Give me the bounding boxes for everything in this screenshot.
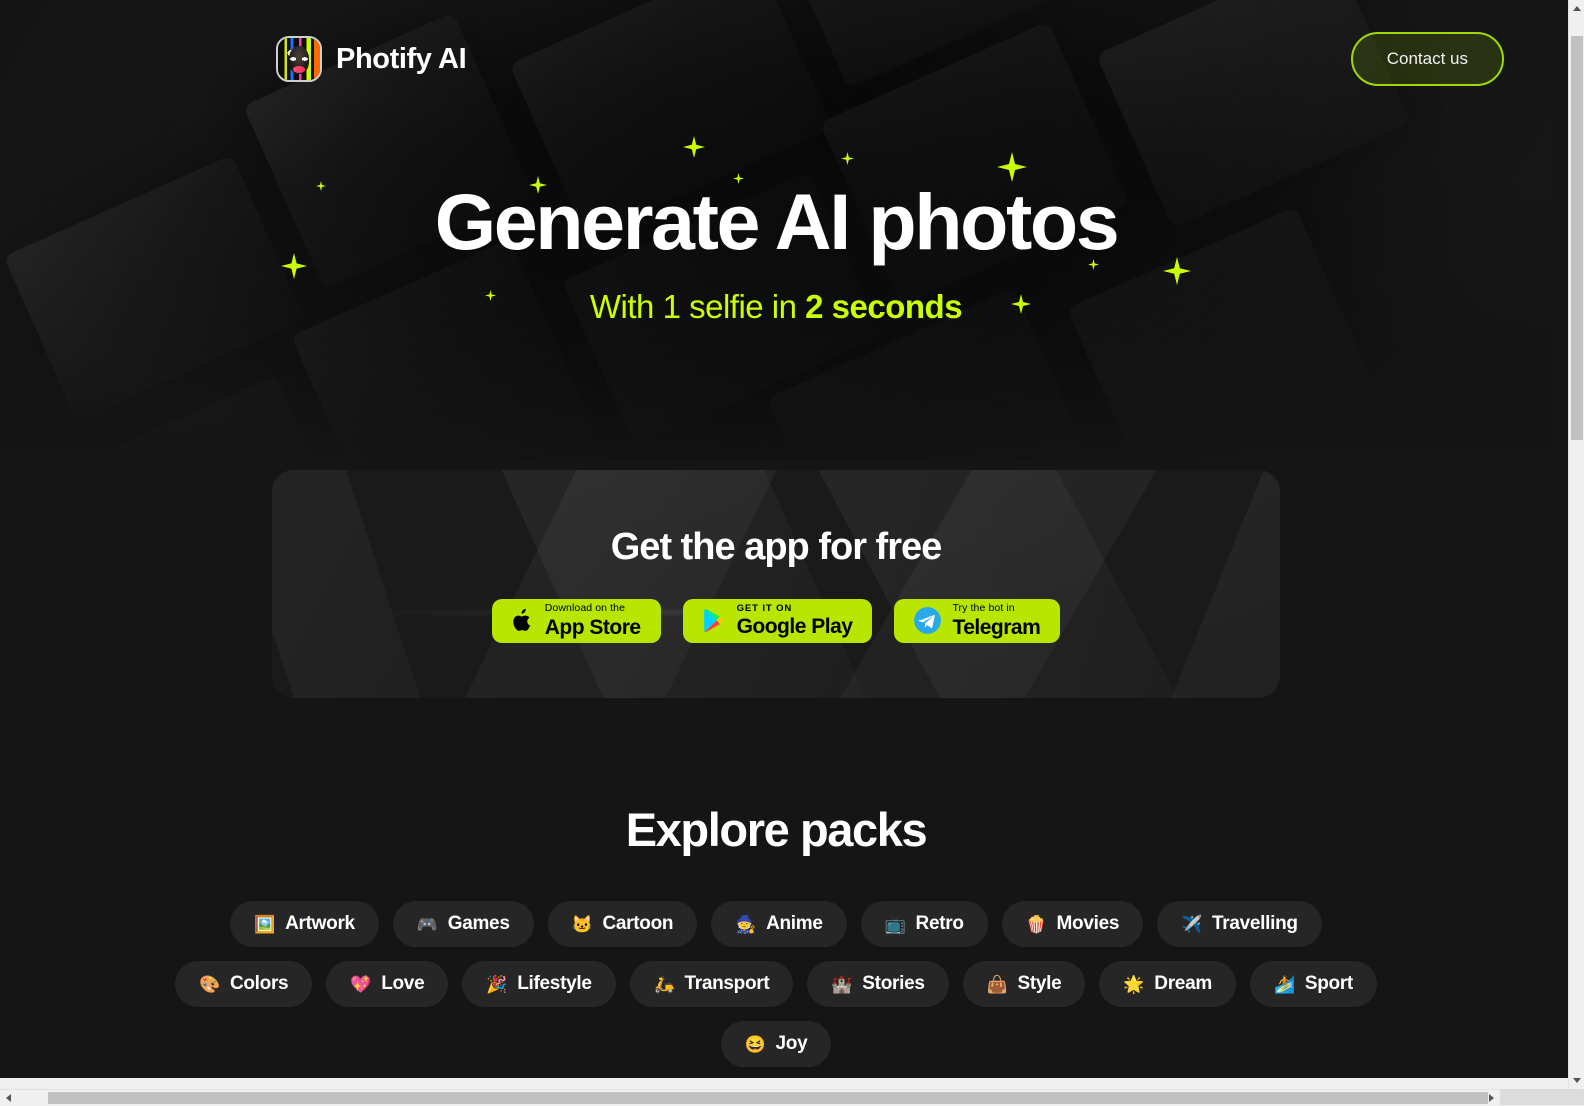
pack-chip-colors[interactable]: 🎨 Colors [175, 961, 312, 1007]
pack-chip-sport[interactable]: 🏄 Sport [1250, 961, 1377, 1007]
pack-chip-label: Colors [230, 973, 288, 995]
page-content: Photify AI Contact us Generate AI photos… [0, 0, 1552, 1078]
pack-chip-rows: 🖼️ Artwork 🎮 Games 🐱 Cartoon 🧙 Anime 📺 Retro 🍿 Movi… [0, 901, 1552, 1067]
pack-chip-transport[interactable]: 🛵 Transport [630, 961, 794, 1007]
browser-viewport: Photify AI Contact us Generate AI photos… [0, 0, 1568, 1078]
app-store-small-label: Download on the [545, 603, 625, 614]
hero-subtitle: With 1 selfie in 2 seconds [590, 288, 962, 326]
pack-chip-label: Stories [862, 973, 924, 995]
scroll-left-arrow-icon[interactable] [0, 1090, 17, 1106]
pack-chip-label: Games [448, 913, 510, 935]
vertical-scrollbar-thumb[interactable] [1571, 36, 1583, 440]
scroll-up-arrow-icon[interactable] [1569, 0, 1584, 17]
scrollbar-corner [1500, 1089, 1584, 1105]
pack-chip-label: Artwork [285, 913, 355, 935]
pack-chip-label: Retro [916, 913, 964, 935]
pack-chip-emoji-icon: ✈️ [1181, 916, 1202, 933]
pack-chip-emoji-icon: 🖼️ [254, 916, 275, 933]
pack-chip-emoji-icon: 🎨 [199, 976, 220, 993]
pack-chip-emoji-icon: 🏰 [831, 976, 852, 993]
google-play-small-label: GET IT ON [737, 604, 793, 614]
pack-chip-label: Style [1018, 973, 1062, 995]
pack-chip-emoji-icon: 🌟 [1123, 976, 1144, 993]
pack-chip-emoji-icon: 🐱 [572, 916, 593, 933]
pack-chip-travelling[interactable]: ✈️ Travelling [1157, 901, 1322, 947]
pack-chip-label: Lifestyle [517, 973, 591, 995]
horizontal-scrollbar[interactable] [0, 1089, 1584, 1105]
app-store-button[interactable]: Download on the App Store [492, 599, 661, 643]
horizontal-scrollbar-thumb[interactable] [48, 1092, 1488, 1104]
pack-chip-joy[interactable]: 😆 Joy [721, 1021, 832, 1067]
contact-us-button[interactable]: Contact us [1351, 32, 1504, 86]
scroll-right-arrow-icon[interactable] [1483, 1090, 1500, 1106]
pack-chip-label: Travelling [1212, 913, 1298, 935]
telegram-big-label: Telegram [952, 617, 1040, 638]
explore-packs-section: Explore packs 🖼️ Artwork 🎮 Games 🐱 Cartoon 🧙 An… [0, 698, 1552, 1078]
app-card-section: Get the app for free Download on the App… [0, 462, 1552, 698]
telegram-button[interactable]: Try the bot in Telegram [894, 599, 1060, 643]
pack-chip-label: Anime [766, 913, 823, 935]
scroll-down-arrow-icon[interactable] [1569, 1072, 1584, 1089]
pack-chip-row: 🖼️ Artwork 🎮 Games 🐱 Cartoon 🧙 Anime 📺 Retro 🍿 Movi… [230, 901, 1321, 947]
hero-subtitle-strong: 2 seconds [805, 288, 962, 325]
pack-chip-cartoon[interactable]: 🐱 Cartoon [548, 901, 698, 947]
pack-chip-emoji-icon: 📺 [885, 916, 906, 933]
pack-chip-stories[interactable]: 🏰 Stories [807, 961, 948, 1007]
store-buttons-row: Download on the App Store GET IT ON [492, 599, 1061, 643]
pack-chip-label: Dream [1154, 973, 1212, 995]
photify-face-logo-icon [276, 36, 322, 82]
hero-subtitle-prefix: With 1 selfie in [590, 288, 805, 325]
pack-chip-love[interactable]: 💖 Love [326, 961, 448, 1007]
pack-chip-artwork[interactable]: 🖼️ Artwork [230, 901, 379, 947]
apple-icon [512, 608, 534, 634]
google-play-icon [703, 608, 726, 633]
vertical-scrollbar[interactable] [1568, 0, 1584, 1089]
pack-chip-label: Transport [684, 973, 769, 995]
pack-chip-emoji-icon: 😆 [745, 1036, 766, 1053]
get-app-card: Get the app for free Download on the App… [272, 470, 1280, 698]
pack-chip-emoji-icon: 🏄 [1274, 976, 1295, 993]
pack-chip-games[interactable]: 🎮 Games [393, 901, 534, 947]
google-play-button[interactable]: GET IT ON Google Play [683, 599, 873, 643]
pack-chip-movies[interactable]: 🍿 Movies [1002, 901, 1144, 947]
brand-logo[interactable]: Photify AI [276, 36, 466, 82]
card-geometric-background [272, 470, 1280, 698]
pack-chip-retro[interactable]: 📺 Retro [861, 901, 988, 947]
pack-chip-emoji-icon: 🧙 [735, 916, 756, 933]
pack-chip-label: Movies [1057, 913, 1120, 935]
pack-chip-emoji-icon: 💖 [350, 976, 371, 993]
pack-chip-label: Joy [776, 1033, 808, 1055]
pack-chip-emoji-icon: 🎮 [417, 916, 438, 933]
explore-packs-title: Explore packs [0, 802, 1552, 857]
pack-chip-dream[interactable]: 🌟 Dream [1099, 961, 1236, 1007]
telegram-icon [914, 607, 941, 634]
pack-chip-anime[interactable]: 🧙 Anime [711, 901, 846, 947]
get-app-title: Get the app for free [611, 526, 942, 569]
pack-chip-style[interactable]: 👜 Style [963, 961, 1086, 1007]
pack-chip-label: Cartoon [602, 913, 673, 935]
hero-section: Photify AI Contact us Generate AI photos… [0, 0, 1552, 462]
pack-chip-label: Love [381, 973, 424, 995]
pack-chip-emoji-icon: 🍿 [1026, 916, 1047, 933]
site-header: Photify AI Contact us [0, 0, 1552, 118]
pack-chip-lifestyle[interactable]: 🎉 Lifestyle [462, 961, 615, 1007]
pack-chip-emoji-icon: 🎉 [486, 976, 507, 993]
brand-name: Photify AI [336, 43, 466, 76]
pack-chip-emoji-icon: 🛵 [654, 976, 675, 993]
telegram-small-label: Try the bot in [952, 603, 1014, 614]
page-title: Generate AI photos [435, 182, 1118, 263]
google-play-big-label: Google Play [737, 616, 853, 637]
pack-chip-emoji-icon: 👜 [987, 976, 1008, 993]
app-store-big-label: App Store [545, 617, 641, 638]
pack-chip-row: 🎨 Colors 💖 Love 🎉 Lifestyle 🛵 Transport 🏰 Stories… [175, 961, 1377, 1007]
pack-chip-label: Sport [1305, 973, 1353, 995]
pack-chip-row: 😆 Joy [721, 1021, 832, 1067]
